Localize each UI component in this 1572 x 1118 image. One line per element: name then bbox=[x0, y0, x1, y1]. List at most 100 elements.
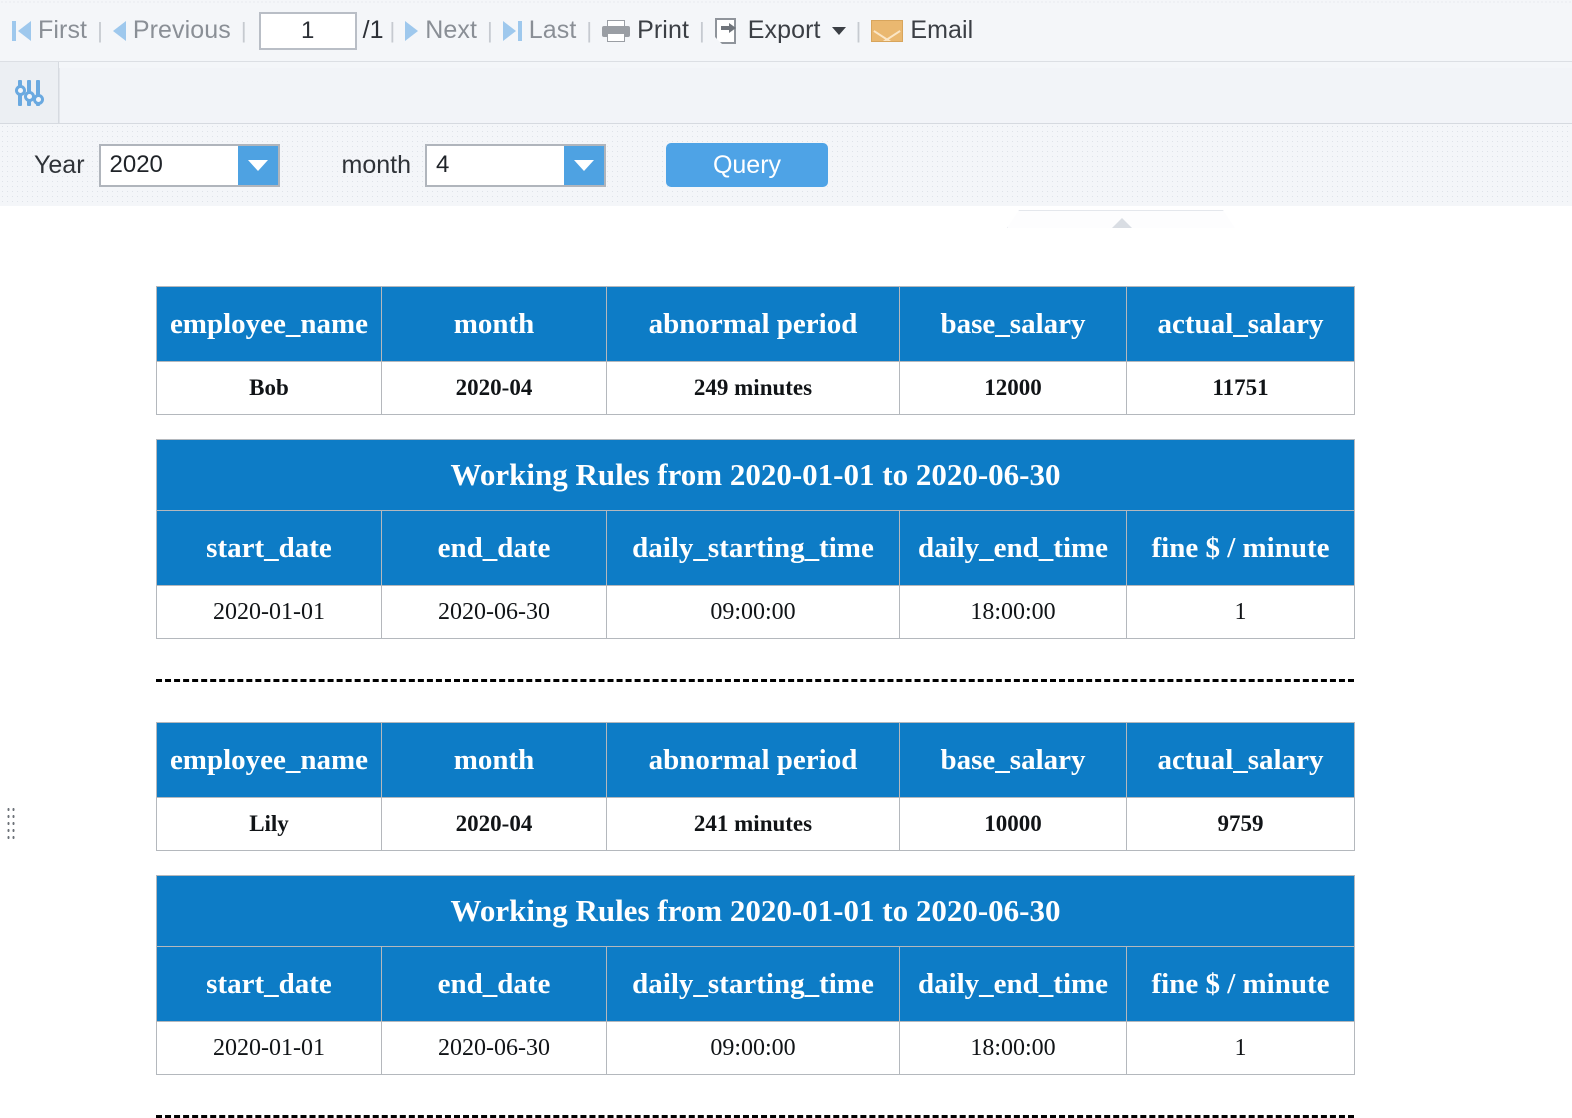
first-page-button[interactable]: First bbox=[4, 11, 95, 51]
rules-title-row: Working Rules from 2020-01-01 to 2020-06… bbox=[157, 440, 1355, 511]
table-spacer bbox=[156, 415, 1354, 439]
record-gap bbox=[156, 682, 1354, 722]
column-header-end-date: end_date bbox=[382, 511, 607, 586]
cell-base-salary: 10000 bbox=[900, 798, 1127, 851]
cell-start-date: 2020-01-01 bbox=[157, 1022, 382, 1075]
cell-daily-starting-time: 09:00:00 bbox=[607, 1022, 900, 1075]
collapse-parameters-handle[interactable] bbox=[1007, 210, 1237, 229]
column-header-daily-starting-time: daily_starting_time bbox=[607, 511, 900, 586]
column-header-abnormal-period: abnormal period bbox=[607, 287, 900, 362]
cell-abnormal-period: 249 minutes bbox=[607, 362, 900, 415]
month-value: 4 bbox=[427, 146, 564, 185]
working-rules-table: Working Rules from 2020-01-01 to 2020-06… bbox=[156, 875, 1355, 1075]
year-dropdown-button[interactable] bbox=[238, 146, 278, 185]
chevron-down-icon bbox=[574, 160, 594, 171]
toolbar-separator: | bbox=[584, 18, 594, 44]
column-header-fine-per-minute: fine $ / minute bbox=[1127, 947, 1355, 1022]
chevron-down-icon[interactable] bbox=[832, 27, 846, 35]
email-button[interactable]: Email bbox=[863, 11, 981, 51]
next-page-button[interactable]: Next bbox=[397, 11, 485, 51]
print-label: Print bbox=[637, 16, 689, 45]
working-rules-title: Working Rules from 2020-01-01 to 2020-06… bbox=[157, 440, 1355, 511]
parameter-bar: Year 2020 month 4 Query bbox=[0, 124, 1572, 206]
table-row: 2020-01-01 2020-06-30 09:00:00 18:00:00 … bbox=[157, 1022, 1355, 1075]
table-header-row: start_date end_date daily_starting_time … bbox=[157, 947, 1355, 1022]
page-number-input[interactable] bbox=[259, 12, 357, 50]
table-header-row: employee_name month abnormal period base… bbox=[157, 723, 1355, 798]
working-rules-title: Working Rules from 2020-01-01 to 2020-06… bbox=[157, 876, 1355, 947]
month-dropdown-button[interactable] bbox=[564, 146, 604, 185]
next-page-icon bbox=[405, 21, 418, 41]
table-header-row: start_date end_date daily_starting_time … bbox=[157, 511, 1355, 586]
cell-daily-end-time: 18:00:00 bbox=[900, 1022, 1127, 1075]
cell-base-salary: 12000 bbox=[900, 362, 1127, 415]
report-body: employee_name month abnormal period base… bbox=[156, 286, 1354, 1118]
email-label: Email bbox=[910, 16, 973, 45]
export-button[interactable]: Export bbox=[707, 11, 854, 51]
last-page-button[interactable]: Last bbox=[495, 11, 585, 51]
cell-actual-salary: 11751 bbox=[1127, 362, 1355, 415]
column-header-month: month bbox=[382, 723, 607, 798]
chevron-up-icon bbox=[1111, 218, 1133, 229]
table-row: 2020-01-01 2020-06-30 09:00:00 18:00:00 … bbox=[157, 586, 1355, 639]
toolbar-separator: | bbox=[697, 18, 707, 44]
column-header-employee-name: employee_name bbox=[157, 287, 382, 362]
column-header-daily-end-time: daily_end_time bbox=[900, 511, 1127, 586]
printer-icon bbox=[602, 20, 630, 42]
column-header-start-date: start_date bbox=[157, 947, 382, 1022]
next-page-label: Next bbox=[425, 16, 477, 45]
year-select[interactable]: 2020 bbox=[99, 144, 280, 187]
cell-abnormal-period: 241 minutes bbox=[607, 798, 900, 851]
parameter-tab-strip bbox=[0, 62, 1572, 124]
previous-page-icon bbox=[113, 21, 126, 41]
first-page-icon bbox=[12, 21, 31, 41]
cell-employee-name: Bob bbox=[157, 362, 382, 415]
cell-employee-name: Lily bbox=[157, 798, 382, 851]
month-select[interactable]: 4 bbox=[425, 144, 606, 187]
chevron-down-icon bbox=[248, 160, 268, 171]
cell-daily-end-time: 18:00:00 bbox=[900, 586, 1127, 639]
table-spacer bbox=[156, 851, 1354, 875]
first-page-label: First bbox=[38, 16, 87, 45]
toolbar-separator: | bbox=[854, 18, 864, 44]
cell-fine-per-minute: 1 bbox=[1127, 586, 1355, 639]
report-navigation-toolbar: First | Previous | /1 | Next | Last | Pr… bbox=[0, 0, 1572, 62]
toolbar-separator: | bbox=[239, 18, 249, 44]
rules-title-row: Working Rules from 2020-01-01 to 2020-06… bbox=[157, 876, 1355, 947]
record-gap bbox=[156, 639, 1354, 679]
column-header-base-salary: base_salary bbox=[900, 723, 1127, 798]
column-header-daily-end-time: daily_end_time bbox=[900, 947, 1127, 1022]
previous-page-button[interactable]: Previous bbox=[105, 11, 239, 51]
column-header-month: month bbox=[382, 287, 607, 362]
cell-month: 2020-04 bbox=[382, 798, 607, 851]
panel-resize-grip[interactable] bbox=[6, 806, 16, 842]
working-rules-table: Working Rules from 2020-01-01 to 2020-06… bbox=[156, 439, 1355, 639]
previous-page-label: Previous bbox=[133, 16, 231, 45]
envelope-icon bbox=[871, 20, 903, 42]
toolbar-separator: | bbox=[485, 18, 495, 44]
record-gap bbox=[156, 1075, 1354, 1115]
column-header-daily-starting-time: daily_starting_time bbox=[607, 947, 900, 1022]
month-label: month bbox=[342, 151, 411, 180]
table-row: Lily 2020-04 241 minutes 10000 9759 bbox=[157, 798, 1355, 851]
column-header-start-date: start_date bbox=[157, 511, 382, 586]
column-header-base-salary: base_salary bbox=[900, 287, 1127, 362]
print-button[interactable]: Print bbox=[594, 11, 697, 51]
sliders-icon bbox=[14, 78, 44, 108]
cell-end-date: 2020-06-30 bbox=[382, 1022, 607, 1075]
tab-strip-filler bbox=[59, 68, 1572, 123]
column-header-fine-per-minute: fine $ / minute bbox=[1127, 511, 1355, 586]
tab-parameters[interactable] bbox=[0, 62, 59, 123]
year-label: Year bbox=[34, 151, 85, 180]
cell-month: 2020-04 bbox=[382, 362, 607, 415]
table-header-row: employee_name month abnormal period base… bbox=[157, 287, 1355, 362]
query-button[interactable]: Query bbox=[666, 143, 828, 187]
export-label: Export bbox=[748, 16, 821, 45]
table-row: Bob 2020-04 249 minutes 12000 11751 bbox=[157, 362, 1355, 415]
column-header-end-date: end_date bbox=[382, 947, 607, 1022]
toolbar-separator: | bbox=[95, 18, 105, 44]
toolbar-separator: | bbox=[387, 18, 397, 44]
last-page-label: Last bbox=[529, 16, 577, 45]
cell-end-date: 2020-06-30 bbox=[382, 586, 607, 639]
employee-summary-table: employee_name month abnormal period base… bbox=[156, 722, 1355, 851]
